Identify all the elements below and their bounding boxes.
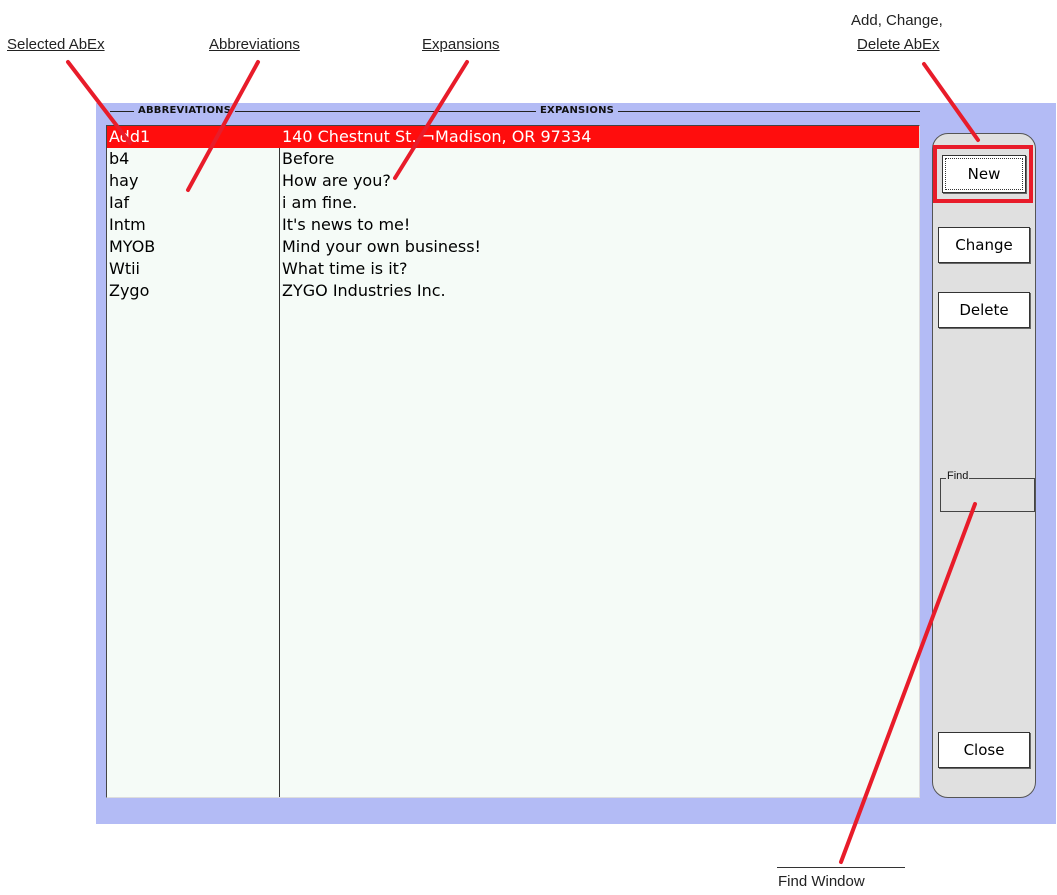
find-field[interactable]: Find [940,470,1035,512]
abex-row[interactable]: Zygo ZYGO Industries Inc. [107,280,919,302]
header-abbreviations: ABBREVIATIONS [134,104,236,117]
change-button[interactable]: Change [938,227,1030,263]
abbreviation-cell: hay [109,171,139,190]
expansion-cell: i am fine. [282,193,358,212]
column-header-bar: ABBREVIATIONS EXPANSIONS [96,103,920,119]
expansion-cell: 140 Chestnut St. ¬Madison, OR 97334 [282,127,592,146]
abbreviation-cell: Intm [109,215,146,234]
abbreviation-cell: Zygo [109,281,150,300]
abbreviation-cell: MYOB [109,237,156,256]
callout-add-change-line1: Add, Change, [851,12,943,29]
callout-add-change-line2: Delete AbEx [857,36,940,53]
abbreviation-cell: b4 [109,149,130,168]
close-button[interactable]: Close [938,732,1030,768]
abex-row[interactable]: Intm It's news to me! [107,214,919,236]
callout-find-overline [777,867,905,868]
abex-row[interactable]: Iaf i am fine. [107,192,919,214]
callout-abbreviations: Abbreviations [209,36,300,53]
expansion-cell: How are you? [282,171,391,190]
expansion-cell: It's news to me! [282,215,411,234]
abex-row[interactable]: Wtii What time is it? [107,258,919,280]
expansion-cell: Mind your own business! [282,237,481,256]
find-label: Find [946,470,970,482]
abbreviation-cell: Iaf [109,193,130,212]
expansion-cell: Before [282,149,335,168]
expansion-cell: ZYGO Industries Inc. [282,281,446,300]
header-expansions: EXPANSIONS [536,104,619,117]
abex-list[interactable]: Add1 140 Chestnut St. ¬Madison, OR 97334 b… [106,125,920,798]
callout-expansions: Expansions [422,36,500,53]
new-button[interactable]: New [942,155,1026,193]
abbreviation-cell: Wtii [109,259,140,278]
abex-row[interactable]: MYOB Mind your own business! [107,236,919,258]
button-panel: New Change Delete Find Close [932,133,1036,798]
expansion-cell: What time is it? [282,259,408,278]
callout-selected-abex: Selected AbEx [7,36,105,53]
delete-button[interactable]: Delete [938,292,1030,328]
abex-window: ABBREVIATIONS EXPANSIONS Add1 140 Chestnu… [96,103,1056,824]
abex-row[interactable]: hay How are you? [107,170,919,192]
callout-find-window: Find Window [778,873,865,890]
abbreviation-cell: Add1 [109,127,151,146]
new-button-highlight: New [933,145,1033,203]
selected-abex-row[interactable]: Add1 140 Chestnut St. ¬Madison, OR 97334 [107,126,919,148]
abex-row[interactable]: b4 Before [107,148,919,170]
